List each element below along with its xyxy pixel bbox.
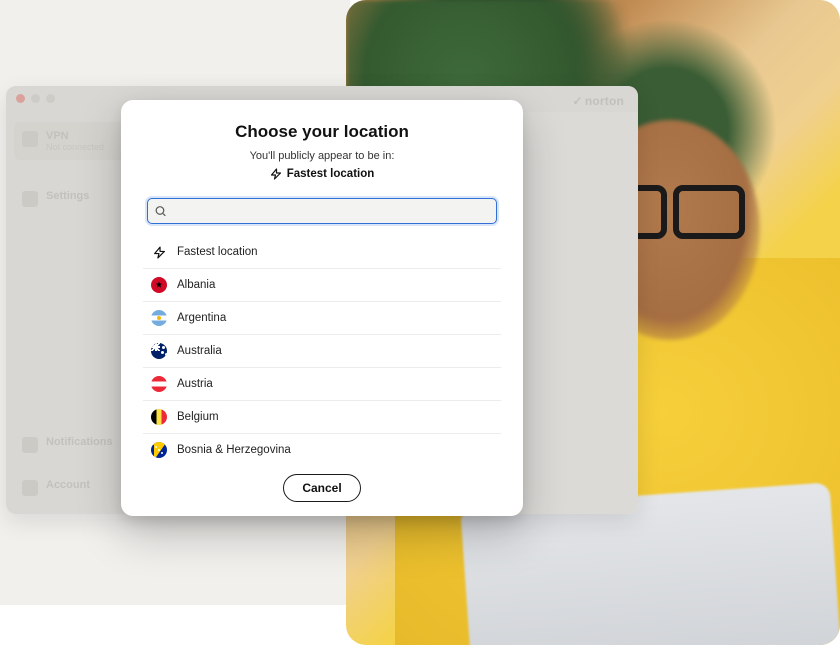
sidebar-item-sublabel: Not connected xyxy=(46,142,104,152)
sidebar-item-notifications[interactable]: Notifications xyxy=(14,428,138,461)
shield-icon xyxy=(22,131,38,147)
choose-location-dialog: Choose your location You'll publicly app… xyxy=(121,100,523,516)
brand-check-icon: ✓ xyxy=(573,94,583,108)
location-row[interactable]: Albania xyxy=(143,269,501,302)
location-name: Australia xyxy=(177,345,222,357)
flag-icon-al xyxy=(151,277,167,293)
user-icon xyxy=(22,480,38,496)
flag-icon-be xyxy=(151,409,167,425)
window-close-button[interactable] xyxy=(16,94,25,103)
sidebar-item-account[interactable]: Account xyxy=(14,471,138,504)
location-name: Bosnia & Herzegovina xyxy=(177,444,291,456)
brand-name: norton xyxy=(585,94,624,108)
location-search xyxy=(147,198,497,224)
window-controls xyxy=(16,94,55,103)
cancel-button[interactable]: Cancel xyxy=(283,474,361,502)
flag-icon-ar xyxy=(151,310,167,326)
location-search-input[interactable] xyxy=(147,198,497,224)
bolt-icon xyxy=(151,244,167,260)
current-location-label: Fastest location xyxy=(287,168,375,180)
location-row[interactable]: Argentina xyxy=(143,302,501,335)
flag-icon-ba xyxy=(151,442,167,458)
location-row[interactable]: Bosnia & Herzegovina xyxy=(143,434,501,464)
location-name: Argentina xyxy=(177,312,226,324)
location-row-fastest[interactable]: Fastest location xyxy=(143,236,501,269)
location-name: Fastest location xyxy=(177,246,258,258)
bolt-icon xyxy=(270,168,282,180)
dialog-title: Choose your location xyxy=(143,122,501,142)
location-list: Fastest location Albania Argentina Austr… xyxy=(143,236,501,464)
location-name: Belgium xyxy=(177,411,219,423)
sidebar-item-label: VPN xyxy=(46,130,104,142)
bell-icon xyxy=(22,437,38,453)
gear-icon xyxy=(22,191,38,207)
window-minimize-button[interactable] xyxy=(31,94,40,103)
location-name: Albania xyxy=(177,279,215,291)
flag-icon-au xyxy=(151,343,167,359)
dialog-subtitle: You'll publicly appear to be in: xyxy=(143,150,501,162)
sidebar-item-vpn[interactable]: VPN Not connected xyxy=(14,122,138,160)
location-name: Austria xyxy=(177,378,213,390)
sidebar-item-label: Account xyxy=(46,479,90,491)
sidebar-item-label: Notifications xyxy=(46,436,113,448)
window-maximize-button[interactable] xyxy=(46,94,55,103)
sidebar-item-settings[interactable]: Settings xyxy=(14,182,138,215)
sidebar-item-label: Settings xyxy=(46,190,89,202)
flag-icon-at xyxy=(151,376,167,392)
search-icon xyxy=(154,205,167,218)
location-row[interactable]: Belgium xyxy=(143,401,501,434)
location-row[interactable]: Australia xyxy=(143,335,501,368)
brand-logo: ✓norton xyxy=(573,94,624,108)
current-location: Fastest location xyxy=(143,168,501,180)
location-row[interactable]: Austria xyxy=(143,368,501,401)
